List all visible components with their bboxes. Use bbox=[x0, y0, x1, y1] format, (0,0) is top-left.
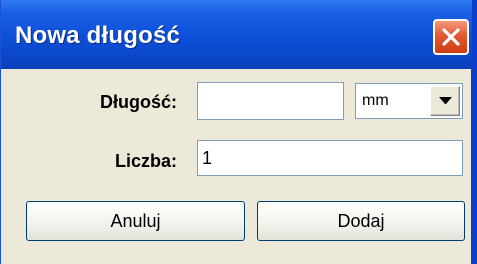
add-button[interactable]: Dodaj bbox=[257, 201, 465, 241]
length-input[interactable] bbox=[197, 82, 344, 120]
close-button[interactable] bbox=[433, 19, 469, 55]
dialog-title: Nowa długość bbox=[15, 22, 181, 49]
title-bar[interactable]: Nowa długość bbox=[1, 0, 472, 69]
dialog-body: Długość: mm Liczba: Anuluj Dodaj bbox=[1, 69, 472, 264]
length-label: Długość: bbox=[99, 92, 177, 112]
unit-select[interactable]: mm bbox=[355, 83, 463, 119]
unit-dropdown-button[interactable] bbox=[430, 86, 460, 116]
dialog-window: Nowa długość Długość: mm Liczba: Anuluj … bbox=[0, 0, 477, 264]
chevron-down-icon bbox=[439, 97, 452, 105]
count-input[interactable] bbox=[197, 140, 463, 176]
count-label: Liczba: bbox=[114, 151, 177, 171]
close-icon bbox=[442, 28, 460, 46]
cancel-button[interactable]: Anuluj bbox=[26, 201, 245, 241]
unit-select-value: mm bbox=[362, 92, 389, 109]
